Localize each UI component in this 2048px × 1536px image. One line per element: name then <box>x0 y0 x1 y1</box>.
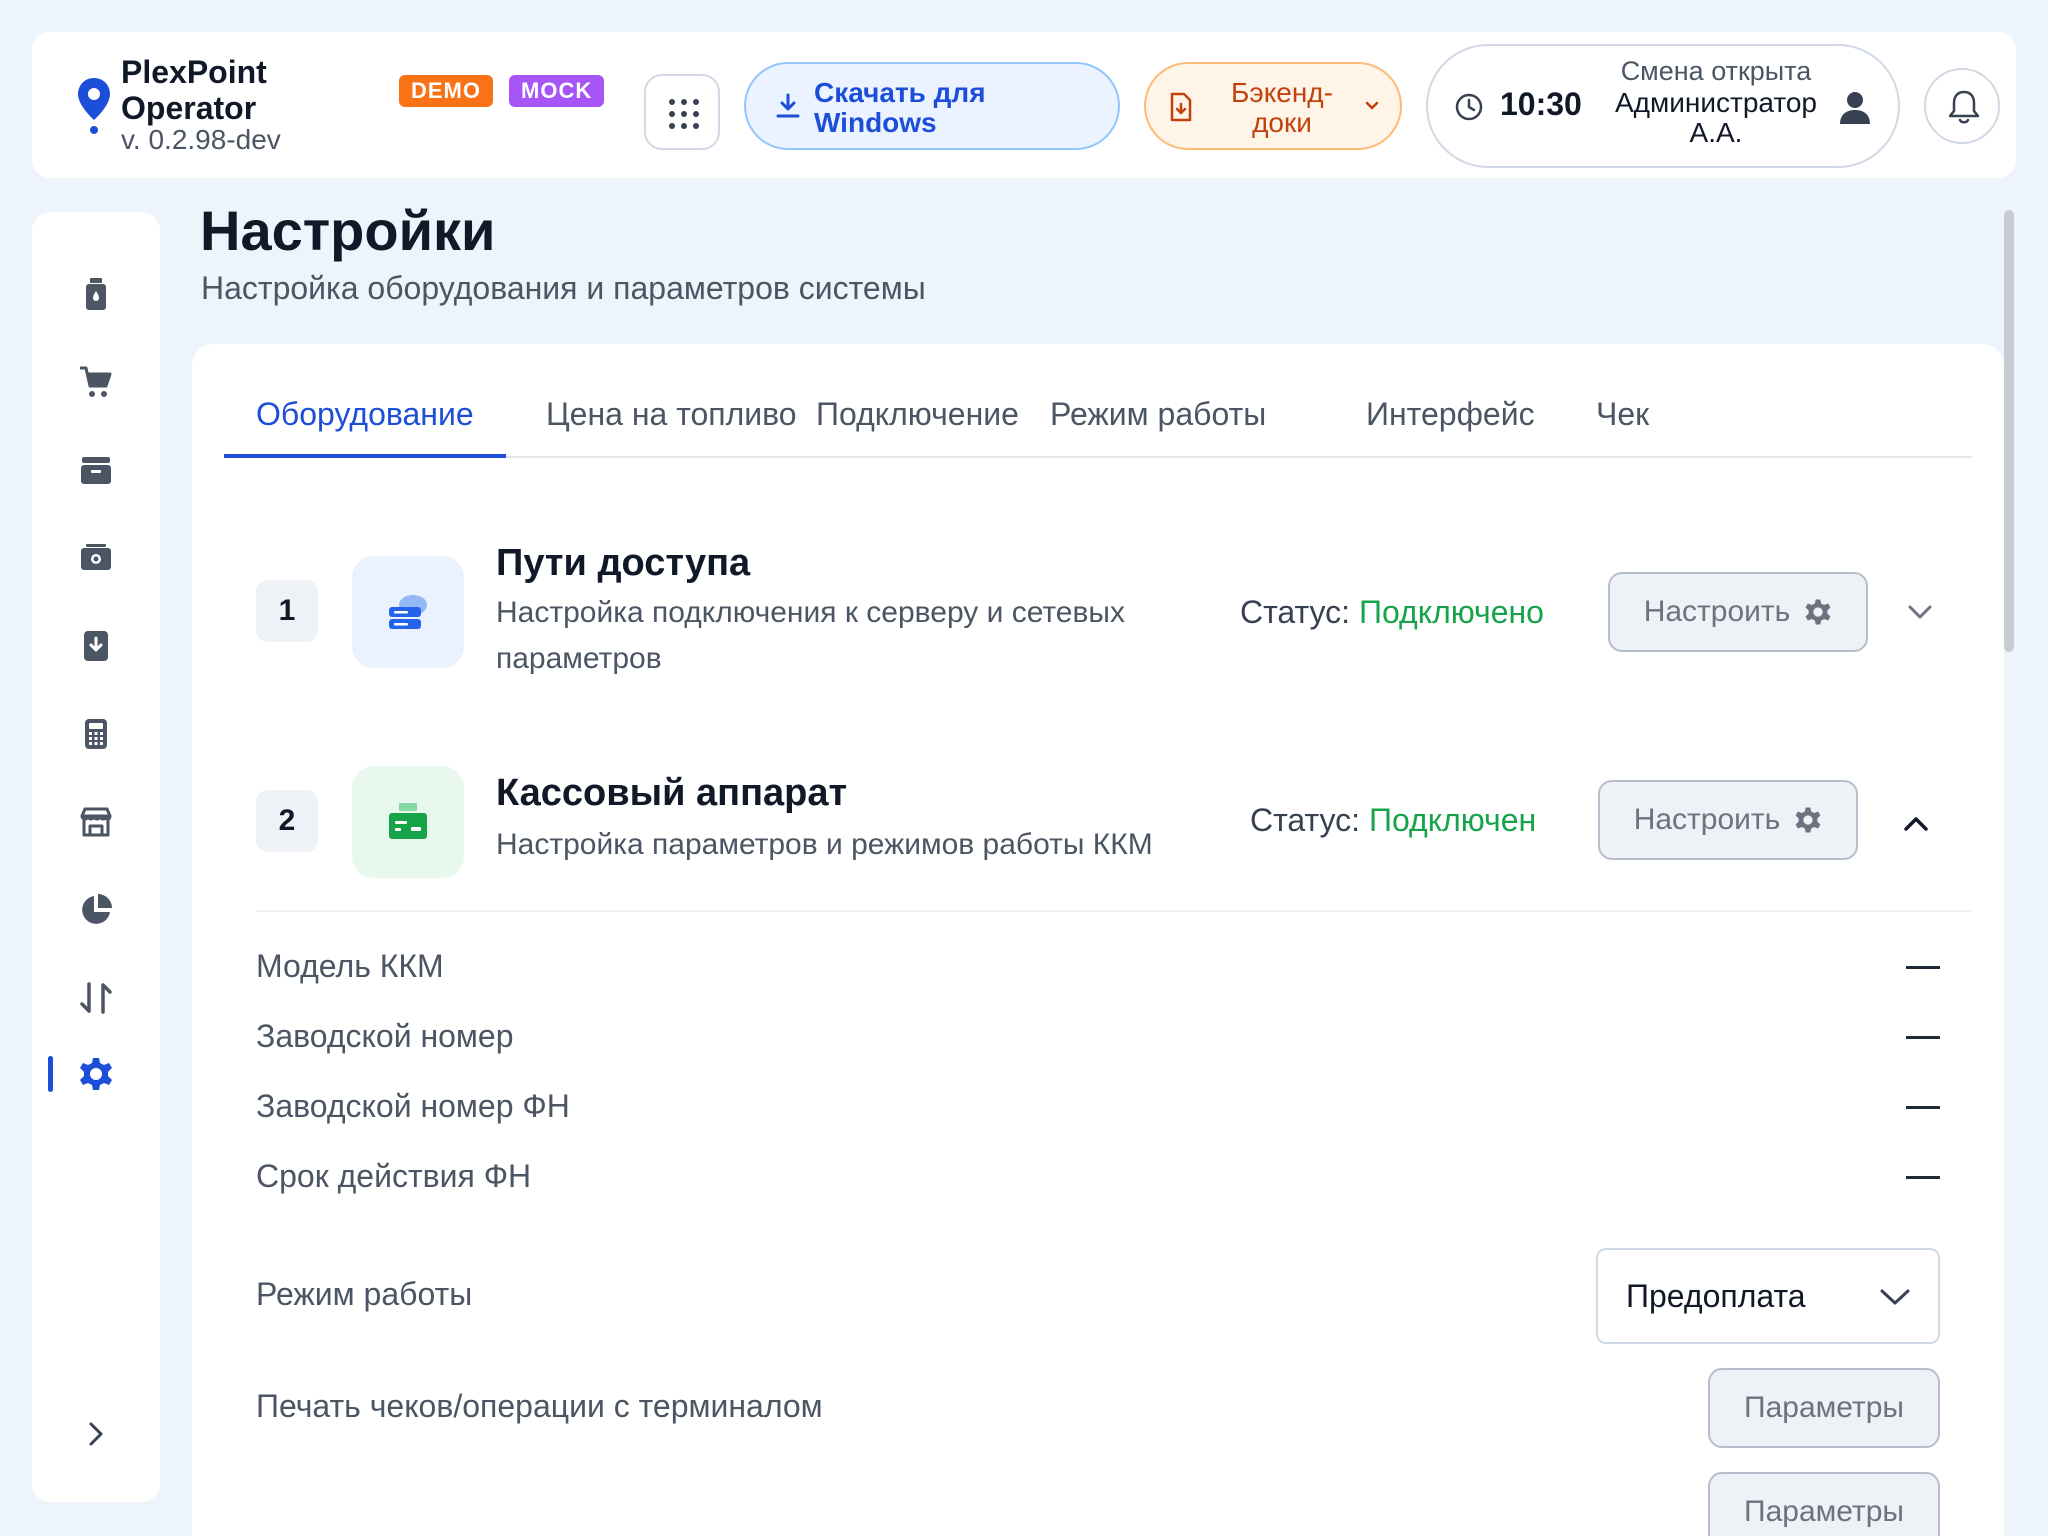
equipment-number: 2 <box>256 790 318 852</box>
page-subtitle: Настройка оборудования и параметров сист… <box>201 270 926 306</box>
shift-info[interactable]: 10:30 Смена открыта Администратор А.А. <box>1426 44 1900 168</box>
sidebar-item-cart[interactable] <box>66 352 126 412</box>
equipment-number: 1 <box>256 580 318 642</box>
equipment-description: Настройка подключения к серверу и сетевы… <box>496 596 1125 675</box>
cart-icon <box>80 366 112 397</box>
shift-status: Смена открыта <box>1620 56 1812 86</box>
notifications-button[interactable] <box>1924 68 2000 144</box>
tab-receipt[interactable]: Чек <box>1564 384 1681 458</box>
work-mode-label: Режим работы <box>256 1276 473 1312</box>
equipment-title: Пути доступа <box>496 542 751 584</box>
apps-menu-button[interactable] <box>644 74 720 150</box>
sidebar-active-indicator <box>48 1056 53 1092</box>
document-download-icon <box>1170 92 1192 122</box>
bell-icon <box>1948 90 1980 124</box>
status-label: Статус: <box>1250 802 1361 838</box>
fn-expiry-value <box>1906 1176 1940 1179</box>
gear-icon <box>1795 807 1821 833</box>
fn-serial-label: Заводской номер ФН <box>256 1088 570 1124</box>
equipment-description: Настройка параметров и режимов работы КК… <box>496 828 1153 861</box>
kkm-serial-label: Заводской номер <box>256 1018 514 1054</box>
sidebar-item-documents[interactable] <box>66 616 126 676</box>
inbox-icon <box>81 457 111 484</box>
store-icon <box>80 807 112 837</box>
tab-connection[interactable]: Подключение <box>784 384 1051 458</box>
equipment-title: Кассовый аппарат <box>496 772 848 814</box>
clock-icon <box>1455 93 1483 121</box>
kkm-model-value <box>1906 966 1940 969</box>
sidebar-item-cash[interactable] <box>66 528 126 588</box>
chevron-right-icon[interactable] <box>76 1414 116 1454</box>
brand-line-2: Operator <box>121 90 257 126</box>
work-mode-select[interactable]: Предоплата <box>1596 1248 1940 1344</box>
mock-badge: MOCK <box>509 75 605 107</box>
settings-card: Оборудование Цена на топливо Подключение… <box>192 344 2004 1536</box>
access-paths-icon-box <box>352 556 464 668</box>
chevron-down-icon <box>1880 1289 1910 1305</box>
configure-label: Настроить <box>1643 595 1791 628</box>
demo-badge: DEMO <box>399 75 493 107</box>
operator-name: Администратор А.А. <box>1614 87 1817 148</box>
tab-fuel-price[interactable]: Цена на топливо <box>514 384 829 458</box>
gear-icon <box>80 1058 112 1090</box>
sidebar-item-inbox[interactable] <box>66 440 126 500</box>
download-windows-label: Скачать для Windows <box>814 77 986 138</box>
sidebar-item-settings[interactable] <box>66 1044 126 1104</box>
cash-register-icon <box>389 803 427 839</box>
server-cloud-icon <box>389 595 427 629</box>
download-icon <box>776 93 800 118</box>
sidebar <box>32 212 160 1502</box>
top-header: PlexPoint Operator v. 0.2.98-dev DEMO MO… <box>32 32 2016 178</box>
tab-work-mode[interactable]: Режим работы <box>1018 384 1298 458</box>
section-divider <box>256 910 1972 912</box>
configure-access-paths-button[interactable]: Настроить <box>1608 572 1868 652</box>
sidebar-item-fuel[interactable] <box>66 264 126 324</box>
transfer-icon <box>80 982 112 1014</box>
print-params-button[interactable]: Параметры <box>1708 1368 1940 1448</box>
brand-line-1: PlexPoint <box>121 54 267 90</box>
chevron-down-icon <box>1365 101 1379 110</box>
download-file-icon <box>84 631 108 661</box>
app-brand: PlexPoint Operator <box>121 54 267 126</box>
status-value: Подключен <box>1368 802 1537 838</box>
sidebar-item-calculator[interactable] <box>66 704 126 764</box>
fuel-can-icon <box>86 278 106 310</box>
download-windows-button[interactable]: Скачать для Windows <box>744 62 1120 150</box>
calculator-icon <box>85 719 107 749</box>
cash-register-icon <box>81 544 111 570</box>
page-scrollbar[interactable] <box>2004 210 2014 652</box>
gear-icon <box>1805 599 1831 625</box>
backend-docs-label: Бэкенд-доки <box>1231 77 1333 138</box>
location-pin-icon <box>78 78 110 134</box>
status-value: Подключено <box>1358 594 1544 630</box>
sidebar-item-store[interactable] <box>66 792 126 852</box>
pie-chart-icon <box>82 894 112 924</box>
status-label: Статус: <box>1240 594 1351 630</box>
chevron-down-icon[interactable] <box>1902 594 1938 630</box>
fn-expiry-label: Срок действия ФН <box>256 1158 532 1194</box>
sidebar-item-reports[interactable] <box>66 880 126 940</box>
shift-time: 10:30 <box>1500 86 1582 122</box>
user-icon <box>1840 92 1870 124</box>
tab-interface[interactable]: Интерфейс <box>1334 384 1567 458</box>
tab-equipment[interactable]: Оборудование <box>224 384 506 458</box>
kkm-model-label: Модель ККМ <box>256 948 444 984</box>
configure-label: Настроить <box>1633 803 1781 836</box>
params-button-partial[interactable]: Параметры <box>1708 1472 1940 1536</box>
app-version: v. 0.2.98-dev <box>121 124 281 155</box>
sidebar-item-transfers[interactable] <box>66 968 126 1028</box>
settings-tabs: Оборудование Цена на топливо Подключение… <box>224 384 1972 458</box>
fn-serial-value <box>1906 1106 1940 1109</box>
page-title: Настройки <box>200 199 496 262</box>
configure-kkm-button[interactable]: Настроить <box>1598 780 1858 860</box>
print-terminal-label: Печать чеков/операции с терминалом <box>256 1388 823 1424</box>
chevron-up-icon[interactable] <box>1898 806 1934 842</box>
backend-docs-dropdown[interactable]: Бэкенд-доки <box>1144 62 1402 150</box>
work-mode-value: Предоплата <box>1626 1278 1806 1314</box>
equipment-status: Статус: Подключено <box>1240 594 1544 631</box>
kkm-serial-value <box>1906 1036 1940 1039</box>
cash-register-icon-box <box>352 766 464 878</box>
equipment-status: Статус: Подключен <box>1250 802 1536 839</box>
grid-dots-icon <box>666 96 702 132</box>
